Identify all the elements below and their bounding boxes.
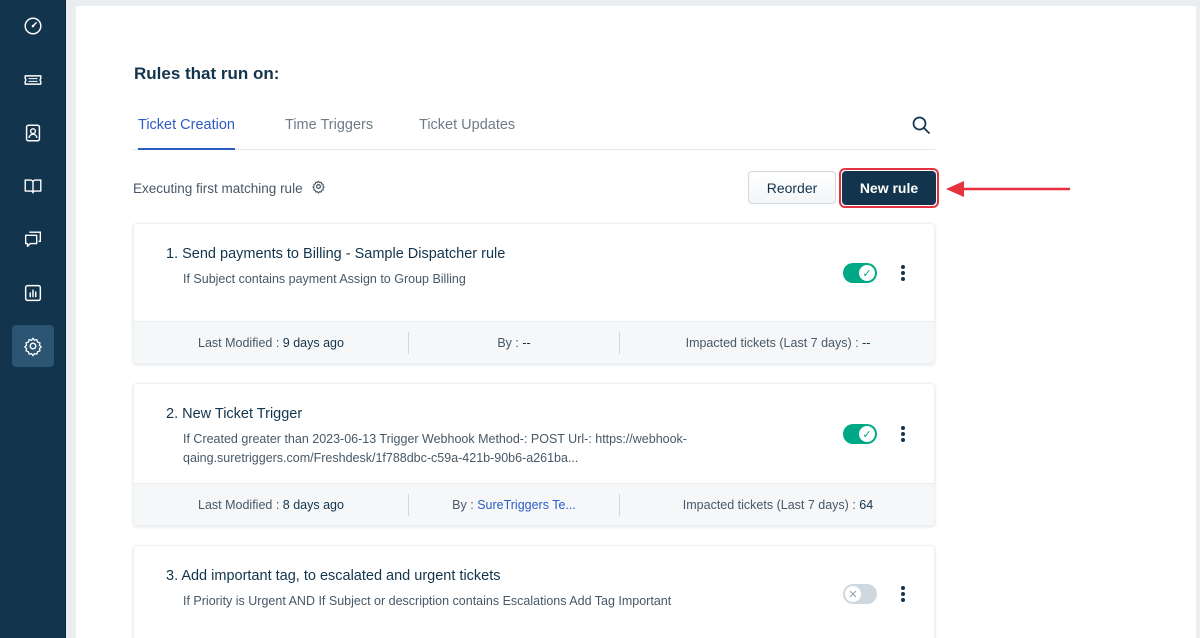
settings-gear-icon <box>311 180 325 194</box>
contacts-icon <box>25 124 41 142</box>
rule-description: If Priority is Urgent AND If Subject or … <box>183 594 672 608</box>
rule-title[interactable]: 1. Send payments to Billing - Sample Dis… <box>166 246 505 262</box>
rule-enabled-toggle[interactable]: ✕ <box>843 584 877 604</box>
rule-enabled-toggle[interactable]: ✓ <box>843 424 877 444</box>
modified-by-link[interactable]: SureTriggers Te... <box>477 498 576 512</box>
rule-description: If Created greater than 2023-06-13 Trigg… <box>183 432 687 465</box>
kebab-icon <box>901 265 905 269</box>
sidebar <box>0 0 66 638</box>
solutions-book-icon <box>24 179 42 194</box>
dashboard-icon <box>24 17 42 35</box>
impacted-tickets: Impacted tickets (Last 7 days) : -- <box>685 336 871 350</box>
check-icon: ✓ <box>859 426 875 442</box>
check-icon: ✓ <box>859 265 875 281</box>
rule-tabs: Ticket Creation Time Triggers Ticket Upd… <box>133 110 935 150</box>
rule-enabled-toggle[interactable]: ✓ <box>843 263 877 283</box>
more-options-button[interactable] <box>899 584 907 604</box>
search-button[interactable] <box>910 114 932 136</box>
main-panel: Rules that run on: Ticket Creation Time … <box>76 6 1196 638</box>
new-rule-button[interactable]: New rule <box>842 171 936 205</box>
rule-card[interactable]: 2. New Ticket Trigger If Created greater… <box>133 383 935 526</box>
tab-ticket-updates[interactable]: Ticket Updates <box>419 117 515 150</box>
rule-title[interactable]: 2. New Ticket Trigger <box>166 406 302 422</box>
execution-settings-button[interactable] <box>311 179 326 197</box>
execution-mode-label: Executing first matching rule <box>133 180 303 196</box>
rule-footer: Last Modified : 8 days ago By : SureTrig… <box>134 483 934 525</box>
execution-mode: Executing first matching rule <box>133 179 326 197</box>
rule-card[interactable]: 1. Send payments to Billing - Sample Dis… <box>133 223 935 364</box>
more-options-button[interactable] <box>899 263 907 283</box>
page-title: Rules that run on: <box>134 64 280 83</box>
sidebar-item-admin[interactable] <box>12 325 54 367</box>
rule-title[interactable]: 3. Add important tag, to escalated and u… <box>166 568 501 584</box>
annotation-arrow <box>946 181 1070 197</box>
sidebar-item-tickets[interactable] <box>12 59 54 101</box>
kebab-icon <box>901 426 905 430</box>
tab-time-triggers[interactable]: Time Triggers <box>285 117 373 150</box>
last-modified: Last Modified : 9 days ago <box>198 336 344 350</box>
tab-ticket-creation[interactable]: Ticket Creation <box>138 117 235 150</box>
more-options-button[interactable] <box>899 424 907 444</box>
close-icon: ✕ <box>845 586 861 602</box>
reports-icon <box>24 284 42 302</box>
sidebar-item-contacts[interactable] <box>12 112 54 154</box>
modified-by: By : -- <box>497 336 531 350</box>
search-icon <box>912 116 930 134</box>
sidebar-item-discussions[interactable] <box>12 218 54 260</box>
sidebar-item-dashboard[interactable] <box>12 5 54 47</box>
discussions-icon <box>24 231 42 248</box>
ticket-icon <box>24 75 42 85</box>
kebab-icon <box>901 586 905 590</box>
admin-gear-icon <box>24 337 42 357</box>
rule-card[interactable]: 3. Add important tag, to escalated and u… <box>133 545 935 638</box>
modified-by: By : SureTriggers Te... <box>452 498 576 512</box>
sidebar-item-reports[interactable] <box>12 272 54 314</box>
rule-description: If Subject contains payment Assign to Gr… <box>183 272 466 286</box>
sidebar-item-solutions[interactable] <box>12 165 54 207</box>
reorder-button[interactable]: Reorder <box>748 171 836 204</box>
impacted-tickets: Impacted tickets (Last 7 days) : 64 <box>682 498 874 512</box>
rule-footer: Last Modified : 9 days ago By : -- Impac… <box>134 321 934 363</box>
last-modified: Last Modified : 8 days ago <box>198 498 344 512</box>
